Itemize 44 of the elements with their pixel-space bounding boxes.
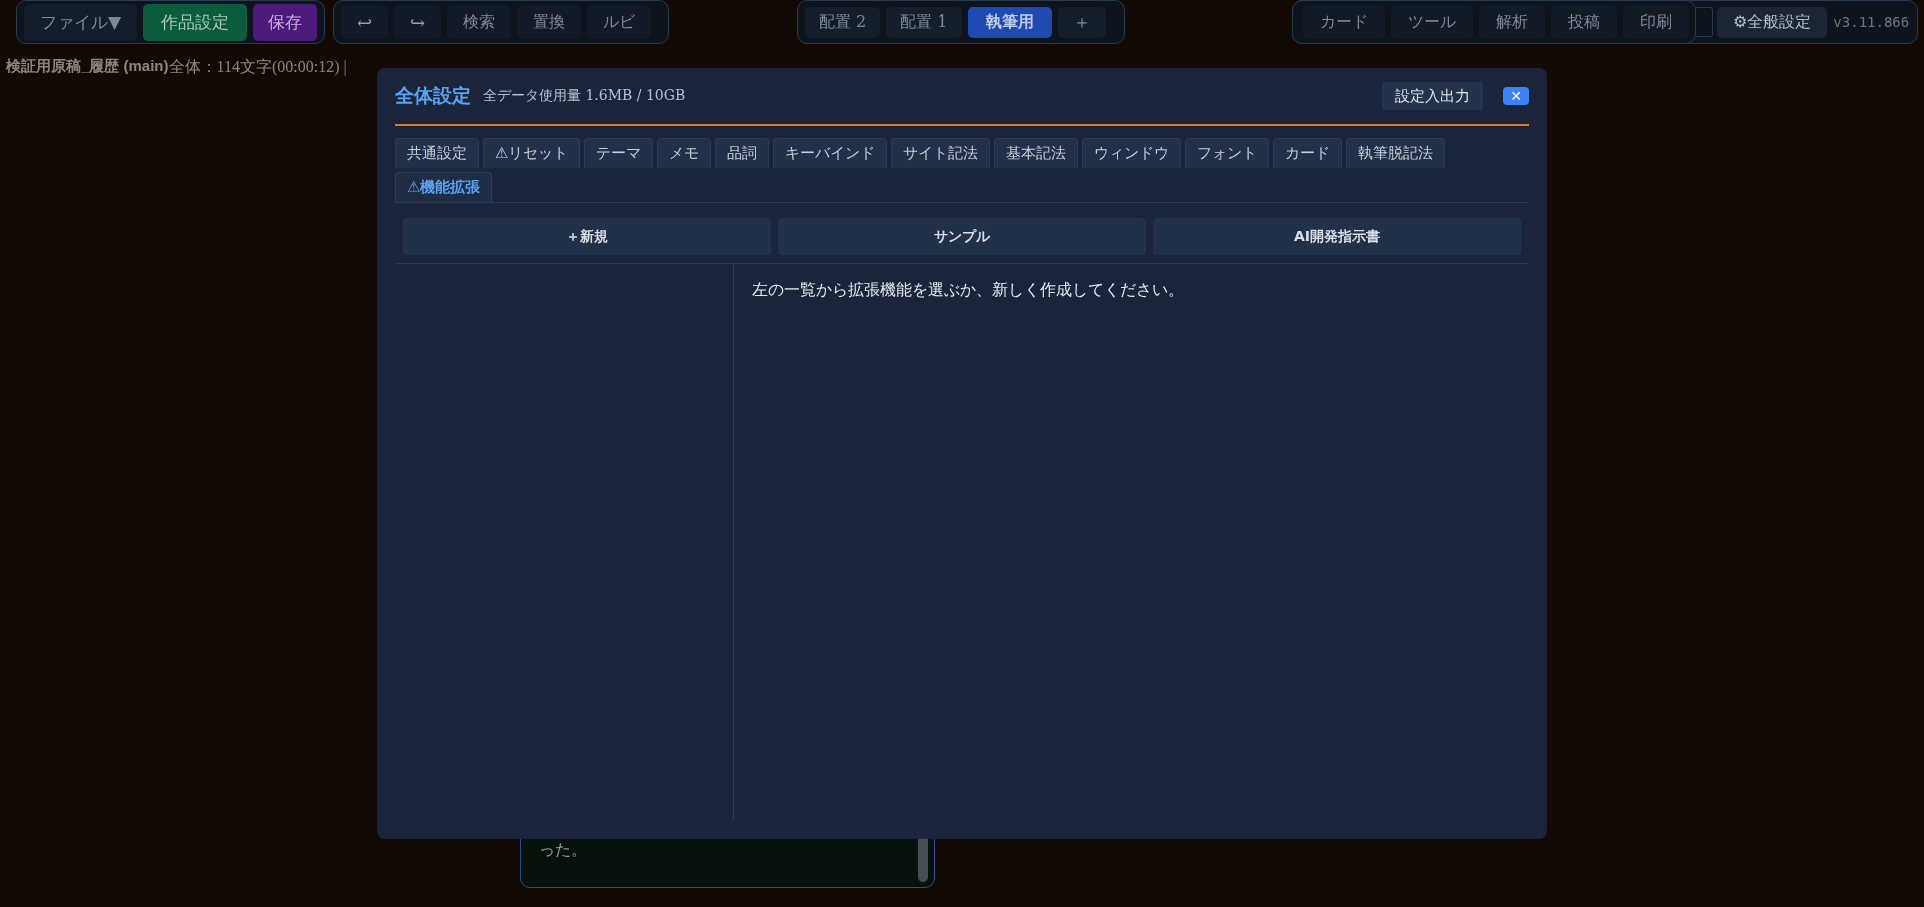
document-stats: 全体：114文字(00:00:12) | xyxy=(168,57,347,78)
toolbar-button[interactable]: 置換 xyxy=(517,5,582,39)
storage-usage: 全データ使用量 1.6MB / 10GB xyxy=(483,87,686,105)
layout-tab[interactable]: 配置 1 xyxy=(886,6,962,38)
settings-tab[interactable]: ⚠機能拡張 xyxy=(395,172,493,202)
settings-tab[interactable]: ⚠リセット xyxy=(483,138,581,168)
settings-tab[interactable]: ウィンドウ xyxy=(1082,138,1182,168)
settings-tab[interactable]: 共通設定 xyxy=(395,138,479,168)
settings-tab[interactable]: 基本記法 xyxy=(994,138,1079,168)
action-button[interactable]: AI開発指示書 xyxy=(1153,218,1521,255)
empty-message: 左の一覧から拡張機能を選ぶか、新しく作成してください。 xyxy=(752,280,1185,301)
add-layout-button[interactable]: ＋ xyxy=(1057,6,1106,38)
toolbar-button[interactable]: 保存 xyxy=(253,3,317,41)
settings-tab[interactable]: サイト記法 xyxy=(891,138,991,168)
settings-tab[interactable]: キーバインド xyxy=(773,138,888,168)
layout-tab[interactable]: 配置 2 xyxy=(805,6,881,38)
import-export-button[interactable]: 設定入出力 xyxy=(1382,82,1483,110)
settings-tab[interactable]: 執筆脱記法 xyxy=(1346,138,1446,168)
settings-tab[interactable]: メモ xyxy=(657,138,712,168)
toolbar-button[interactable] xyxy=(1696,7,1713,37)
toolbar-button[interactable]: 作品設定 xyxy=(143,3,247,41)
toolbar-button[interactable]: 解析 xyxy=(1479,5,1545,39)
undo-button[interactable]: ↩ xyxy=(341,5,389,39)
close-button[interactable]: ✕ xyxy=(1503,87,1529,105)
editor-text: った。 xyxy=(539,840,588,861)
version-label: v3.11.866 xyxy=(1833,14,1910,30)
toolbar-button[interactable]: ルビ xyxy=(587,5,652,39)
toolbar-button[interactable]: 検索 xyxy=(447,5,512,39)
action-button[interactable]: ＋新規 xyxy=(403,218,771,255)
settings-button[interactable]: ⚙全般設定 xyxy=(1717,6,1828,38)
redo-button[interactable]: ↪ xyxy=(394,5,442,39)
settings-tab[interactable]: 品詞 xyxy=(715,138,770,168)
layout-tab[interactable]: 執筆用 xyxy=(967,6,1052,38)
settings-tab[interactable]: フォント xyxy=(1185,138,1270,168)
settings-tab[interactable]: テーマ xyxy=(584,138,654,168)
settings-tab[interactable]: カード xyxy=(1273,138,1343,168)
dialog-title: 全体設定 xyxy=(395,83,471,108)
document-title: 検証用原稿_履歴 (main) xyxy=(6,57,169,76)
file-menu-button[interactable]: ファイル▼ xyxy=(24,3,137,41)
action-button[interactable]: サンプル xyxy=(778,218,1146,255)
toolbar-button[interactable]: カード xyxy=(1303,5,1385,39)
toolbar-button[interactable]: 印刷 xyxy=(1623,5,1689,39)
toolbar-button[interactable]: ツール xyxy=(1391,5,1473,39)
toolbar-button[interactable]: 投稿 xyxy=(1551,5,1617,39)
